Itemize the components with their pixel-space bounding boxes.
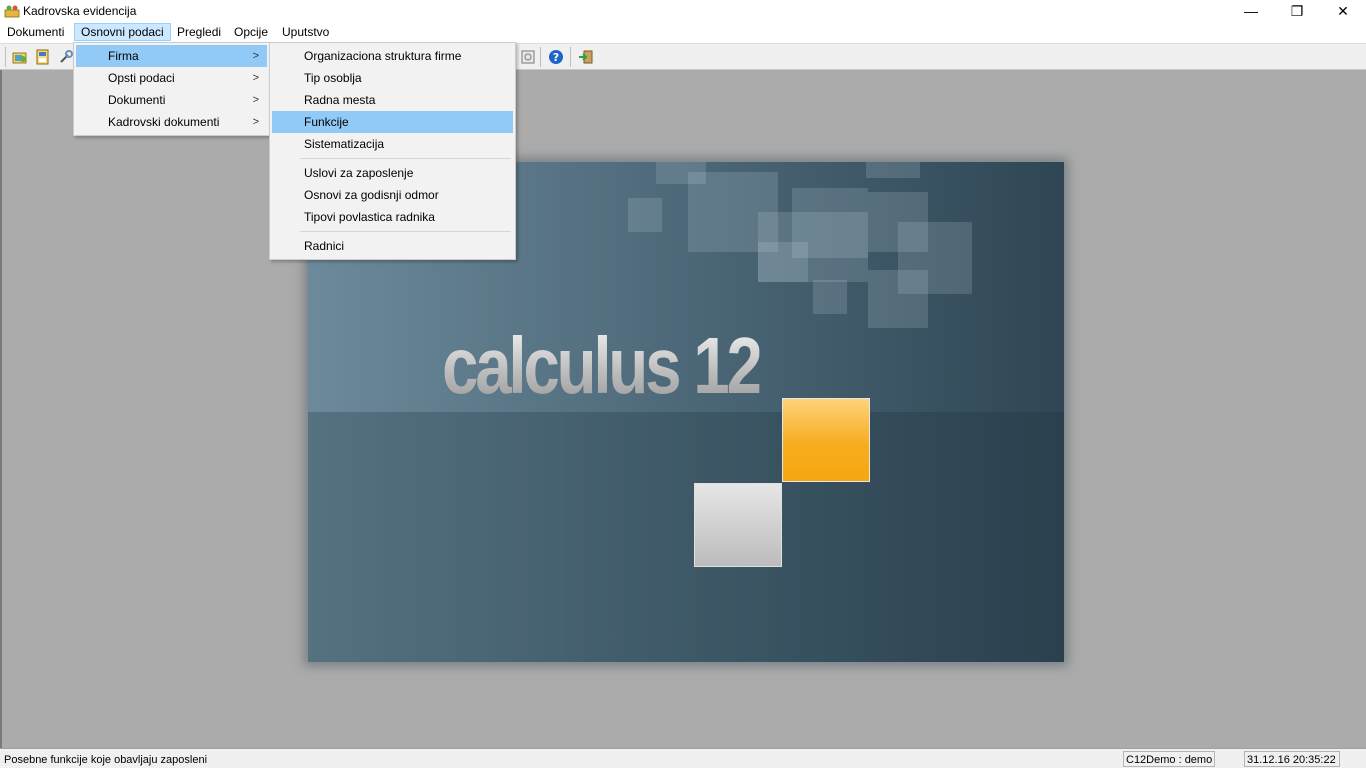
firma-submenu: Organizaciona struktura firme Tip osoblj… [269,42,516,260]
decor-square [866,162,920,178]
menu-item-dokumenti[interactable]: Dokumenti > [76,89,267,111]
menu-item-opsti-podaci[interactable]: Opsti podaci > [76,67,267,89]
chevron-right-icon: > [252,72,259,84]
menu-item-label: Tip osoblja [304,71,362,85]
menu-item-label: Funkcije [304,115,349,129]
menu-item-label: Opsti podaci [108,71,175,85]
menu-item-label: Organizaciona struktura firme [304,49,462,63]
decor-square [628,198,662,232]
osnovni-podaci-menu: Firma > Opsti podaci > Dokumenti > Kadro… [73,42,270,136]
menu-bar: Dokumenti Osnovni podaci Pregledi Opcije… [0,22,1366,42]
menu-item-firma[interactable]: Firma > [76,45,267,67]
save-icon[interactable] [33,47,53,67]
menu-item-label: Uslovi za zaposlenje [304,166,414,180]
menu-osnovni-podaci[interactable]: Osnovni podaci [74,23,171,41]
status-datetime: 31.12.16 20:35:22 [1244,751,1340,767]
status-user: C12Demo : demo [1123,751,1215,767]
menu-item-label: Firma [108,49,139,63]
minimize-button[interactable]: — [1228,0,1274,22]
close-button[interactable]: ✕ [1320,0,1366,22]
mdi-workspace: calculus 12 [0,70,1366,748]
menu-opcije[interactable]: Opcije [228,23,274,41]
menu-dokumenti[interactable]: Dokumenti [1,23,70,41]
chevron-right-icon: > [252,94,259,106]
splash-lower-band [308,412,1064,662]
chevron-right-icon: > [252,50,259,62]
logo-text: calculus 12 [442,321,763,410]
menu-item-label: Sistematizacija [304,137,385,151]
toolbar-separator [5,47,6,67]
maximize-button[interactable]: ❐ [1274,0,1320,22]
help-icon[interactable]: ? [546,47,566,67]
menu-item-sistematizacija[interactable]: Sistematizacija [272,133,513,155]
svg-text:?: ? [553,51,559,64]
decor-square [868,270,928,328]
menu-pregledi[interactable]: Pregledi [171,23,227,41]
menu-item-tipovi-povlastica[interactable]: Tipovi povlastica radnika [272,206,513,228]
menu-item-radna-mesta[interactable]: Radna mesta [272,89,513,111]
menu-item-radnici[interactable]: Radnici [272,235,513,257]
status-message: Posebne funkcije koje obavljaju zaposlen… [4,754,208,766]
menu-item-kadrovski-dokumenti[interactable]: Kadrovski dokumenti > [76,111,267,133]
decor-square [758,242,808,282]
status-bar: Posebne funkcije koje obavljaju zaposlen… [0,748,1366,768]
menu-item-uslovi-za-zaposlenje[interactable]: Uslovi za zaposlenje [272,162,513,184]
decor-square [656,162,706,184]
menu-item-label: Dokumenti [108,93,166,107]
logo-grey-square [694,483,782,567]
menu-item-label: Kadrovski dokumenti [108,115,220,129]
menu-item-organizaciona-struktura[interactable]: Organizaciona struktura firme [272,45,513,67]
menu-separator [300,158,511,159]
menu-item-label: Tipovi povlastica radnika [304,210,435,224]
chevron-right-icon: > [252,116,259,128]
window-icon[interactable] [518,47,538,67]
menu-uputstvo[interactable]: Uputstvo [276,23,335,41]
menu-item-tip-osoblja[interactable]: Tip osoblja [272,67,513,89]
menu-separator [300,231,511,232]
menu-item-label: Osnovi za godisnji odmor [304,188,439,202]
exit-icon[interactable] [576,47,596,67]
menu-item-osnovi-za-godisnji-odmor[interactable]: Osnovi za godisnji odmor [272,184,513,206]
folder-open-icon[interactable] [10,47,30,67]
window-title: Kadrovska evidencija [23,4,137,18]
menu-item-label: Radnici [304,239,345,253]
menu-item-label: Radna mesta [304,93,376,107]
logo-orange-square [782,398,870,482]
title-bar: Kadrovska evidencija — ❐ ✕ [0,0,1366,22]
menu-item-funkcije[interactable]: Funkcije [272,111,513,133]
app-icon [4,5,20,18]
decor-square [813,280,847,314]
toolbar-separator [540,47,541,67]
toolbar-separator [570,47,571,67]
